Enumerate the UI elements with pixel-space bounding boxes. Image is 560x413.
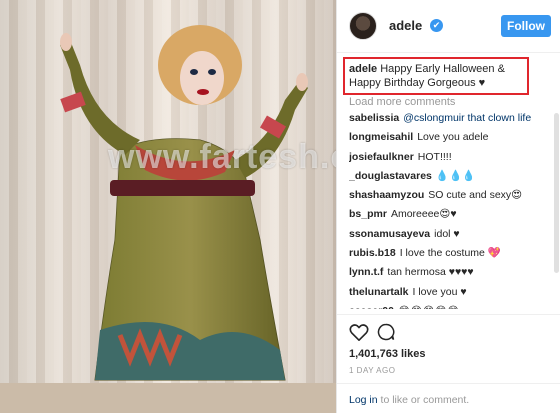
comment-icon[interactable] [377, 323, 395, 341]
comment-row: shashaamyzou SO cute and sexy😍 [349, 188, 549, 207]
comment-row: bs_pmr Amoreeee😍♥ [349, 207, 549, 226]
comment-text: 😂😂😂😂😂 [398, 305, 459, 309]
comment-text: @cslongmuir that clown life [403, 112, 532, 124]
comment-username[interactable]: lynn.t.f [349, 266, 383, 278]
comment-text: I love you ♥ [412, 285, 467, 298]
likes-count[interactable]: 1,401,763 likes [349, 348, 425, 360]
comments-scroll-area[interactable]: adele Happy Early Halloween & Happy Birt… [337, 53, 560, 309]
comment-row: lynn.t.f tan hermosa ♥♥♥♥ [349, 265, 549, 284]
comment-row: longmeisahil Love you adele [349, 130, 549, 149]
post-timestamp: 1 DAY AGO [349, 366, 396, 375]
comment-username[interactable]: bs_pmr [349, 208, 387, 220]
comment-row: _douglastavares 💧💧💧 [349, 169, 549, 188]
comment-row: josiefaulkner HOT!!!! [349, 150, 549, 169]
comment-text: SO cute and sexy😍 [428, 189, 523, 202]
login-text: to like or comment. [377, 394, 470, 406]
comment-row: rubis.b18 I love the costume 💖 [349, 246, 549, 265]
login-prompt: Log in to like or comment. [337, 383, 560, 406]
caption-username[interactable]: adele [349, 63, 377, 75]
post-side-panel: adele ✔ Follow adele Happy Early Hallowe… [336, 0, 560, 413]
comment-row: caeser00 😂😂😂😂😂 [349, 304, 549, 309]
comment-text: idol ♥ [434, 227, 460, 240]
post-actions: 1,401,763 likes 1 DAY AGO Log in to like… [337, 314, 560, 413]
comment-username[interactable]: thelunartalk [349, 286, 409, 298]
comment-username[interactable]: josiefaulkner [349, 151, 414, 163]
person-figure [60, 25, 308, 381]
watermark: www.fartesh.com [108, 138, 336, 176]
follow-button[interactable]: Follow [501, 15, 551, 37]
verified-badge-icon: ✔ [430, 19, 443, 32]
comment-row: ssonamusayeva idol ♥ [349, 227, 549, 246]
instagram-post: www.fartesh.com adele ✔ Follow adele Hap… [0, 0, 560, 413]
comment-username[interactable]: rubis.b18 [349, 247, 396, 259]
comment-text: HOT!!!! [417, 150, 452, 163]
comment-username[interactable]: _douglastavares [349, 170, 432, 182]
comment-username[interactable]: caeser00 [349, 305, 394, 309]
post-photo[interactable]: www.fartesh.com [0, 0, 336, 413]
comment-username[interactable]: longmeisahil [349, 131, 413, 143]
caption-highlight-box: adele Happy Early Halloween & Happy Birt… [343, 57, 529, 95]
post-header: adele ✔ Follow [337, 0, 560, 53]
comment-text: 💧💧💧 [435, 169, 476, 182]
comment-text: Love you adele [417, 131, 489, 144]
load-more-comments-link[interactable]: Load more comments [349, 96, 455, 108]
comment-text: I love the costume 💖 [399, 247, 501, 260]
comment-text: Amoreeee😍♥ [390, 208, 457, 221]
comment-row: sabelissia @cslongmuir that clown life [349, 111, 549, 130]
comment-username[interactable]: ssonamusayeva [349, 228, 430, 240]
header-username[interactable]: adele [389, 18, 422, 33]
comments-list: sabelissia @cslongmuir that clown life lon… [349, 111, 549, 309]
scrollbar[interactable] [554, 113, 559, 273]
heart-icon[interactable] [349, 323, 369, 341]
comment-row: thelunartalk I love you ♥ [349, 285, 549, 304]
comment-text: tan hermosa ♥♥♥♥ [387, 266, 474, 279]
comment-username[interactable]: shashaamyzou [349, 189, 424, 201]
avatar[interactable] [349, 12, 377, 40]
comment-username[interactable]: sabelissia [349, 112, 399, 124]
login-link[interactable]: Log in [349, 394, 378, 406]
